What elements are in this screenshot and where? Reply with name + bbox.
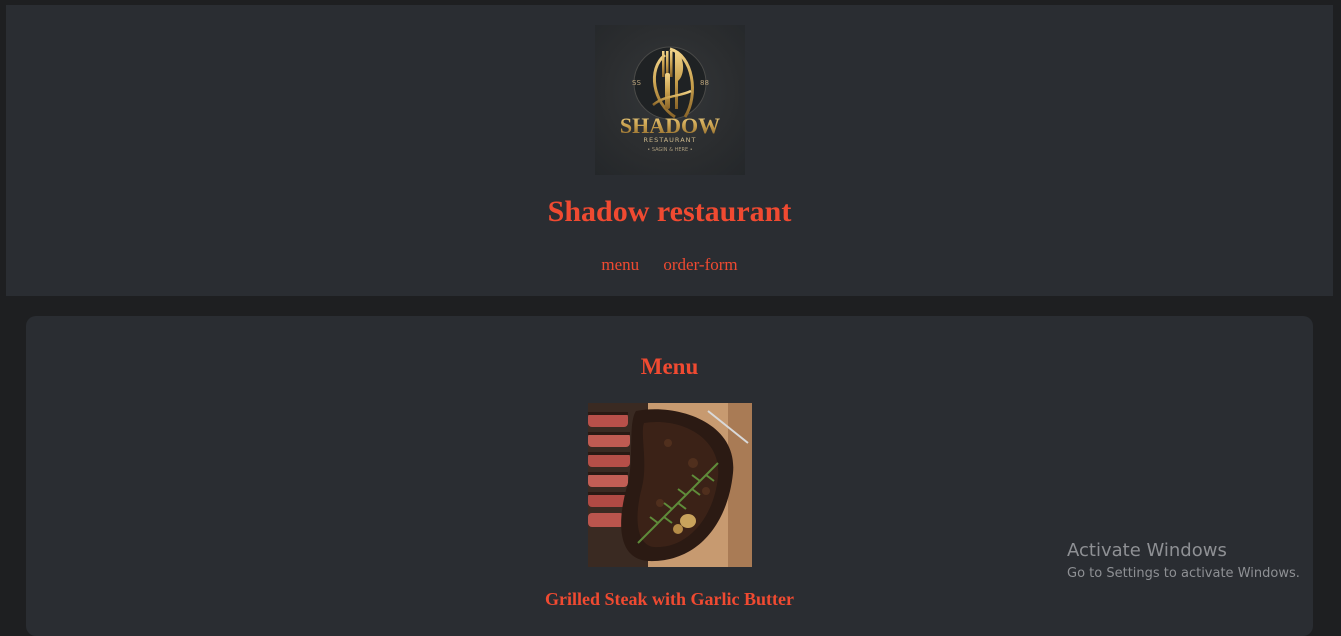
menu-heading: Menu — [640, 354, 699, 379]
dish-image — [588, 403, 752, 567]
logo-tagline: • SAGIN & HERE • — [647, 147, 692, 153]
watermark-subtitle: Go to Settings to activate Windows. — [1067, 566, 1300, 581]
dish-name: Grilled Steak with Garlic Butter — [545, 589, 794, 609]
main-nav: menu order-form — [6, 255, 1333, 275]
logo-right-mark: 88 — [700, 79, 709, 87]
site-header: SS 88 SHADOW RESTAURANT • SAGIN & HERE •… — [6, 5, 1333, 296]
restaurant-logo[interactable]: SS 88 SHADOW RESTAURANT • SAGIN & HERE • — [595, 25, 745, 175]
nav-link-order-form[interactable]: order-form — [663, 255, 737, 274]
logo-emblem-icon: SS 88 SHADOW RESTAURANT • SAGIN & HERE • — [620, 46, 720, 153]
logo-subtitle: RESTAURANT — [644, 136, 697, 144]
windows-activation-watermark: Activate Windows Go to Settings to activ… — [1067, 540, 1300, 584]
nav-link-menu[interactable]: menu — [601, 255, 639, 274]
menu-section: Menu Grilled Steak with Garlic Butter — [26, 316, 1313, 636]
logo-left-mark: SS — [632, 79, 641, 87]
site-title: Shadow restaurant — [547, 195, 792, 228]
logo-wordmark: SHADOW — [620, 113, 720, 138]
steak-image-icon — [588, 403, 752, 567]
watermark-title: Activate Windows — [1067, 540, 1227, 561]
